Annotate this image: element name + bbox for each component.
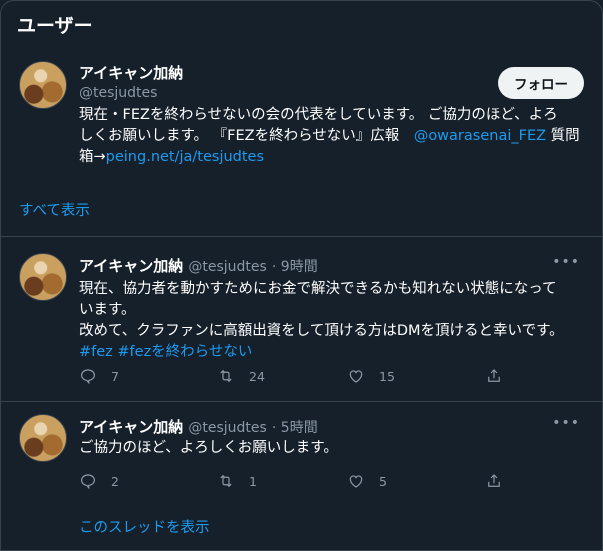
external-link[interactable]: peing.net/ja/tesjudtes xyxy=(106,149,264,165)
retweet-count: 1 xyxy=(249,473,257,489)
tweet-line: ご協力のほど、よろしくお願いします。 xyxy=(79,440,338,456)
tweet-actions: 7 24 15 xyxy=(79,367,582,387)
retweet-button[interactable]: 24 xyxy=(217,367,265,385)
avatar[interactable] xyxy=(19,253,67,301)
tweet-author-handle[interactable]: @tesjudtes xyxy=(188,420,266,436)
bio-line: 箱→peing.net/ja/tesjudtes xyxy=(79,147,584,168)
reply-icon xyxy=(81,369,95,385)
like-count: 5 xyxy=(379,473,387,489)
reply-count: 2 xyxy=(111,473,119,489)
share-button[interactable] xyxy=(485,472,503,490)
heart-icon xyxy=(349,370,363,383)
tweet[interactable]: アイキャン加納 @tesjudtes · 9時間 ••• 現在、協力者を動かすた… xyxy=(1,237,602,402)
retweet-icon xyxy=(220,369,232,383)
tweet-line: 現在、協力者を動かすためにお金で解決できるかも知れない状態になって xyxy=(79,281,557,297)
profile-name[interactable]: アイキャン加納 xyxy=(79,62,183,83)
tweet-text: ご協力のほど、よろしくお願いします。 xyxy=(79,438,586,459)
share-button[interactable] xyxy=(485,367,503,385)
like-button[interactable]: 5 xyxy=(347,472,387,490)
share-icon xyxy=(488,474,500,487)
reply-count: 7 xyxy=(111,368,119,384)
mention-link[interactable]: @owarasenai_FEZ xyxy=(414,128,546,144)
panel-title: ユーザー xyxy=(17,15,93,37)
avatar[interactable] xyxy=(19,61,67,109)
bio-text: 質問 xyxy=(546,128,580,144)
reply-button[interactable]: 2 xyxy=(79,472,119,490)
show-all-link[interactable]: すべて表示 xyxy=(19,199,90,220)
retweet-icon xyxy=(220,474,232,488)
tweet-line: 改めて、クラファンに高額出資をして頂ける方はDMを頂けると幸いです。 xyxy=(79,323,564,339)
tweet-text: 現在、協力者を動かすためにお金で解決できるかも知れない状態になって います。 改… xyxy=(79,279,586,363)
profile-card[interactable]: アイキャン加納 @tesjudtes フォロー 現在・FEZを終わらせないの会の… xyxy=(1,47,602,237)
who-to-follow-panel: ユーザー アイキャン加納 @tesjudtes フォロー 現在・FEZを終わらせ… xyxy=(0,0,603,551)
retweet-count: 24 xyxy=(249,368,265,384)
tweet-author-name[interactable]: アイキャン加納 xyxy=(79,257,183,275)
tweet-actions: 2 1 5 xyxy=(79,472,582,492)
reply-button[interactable]: 7 xyxy=(79,367,119,385)
like-button[interactable]: 15 xyxy=(347,367,395,385)
tweet-author-handle[interactable]: @tesjudtes xyxy=(188,259,266,275)
follow-button[interactable]: フォロー xyxy=(498,67,584,99)
show-thread-link[interactable]: このスレッドを表示 xyxy=(79,516,210,537)
bio-line: しくお願いします。 『FEZを終わらせない』広報 @owarasenai_FEZ… xyxy=(79,126,584,147)
bio-text: 箱→ xyxy=(79,149,106,165)
profile-bio: 現在・FEZを終わらせないの会の代表をしています。 ご協力のほど、よろ しくお願… xyxy=(79,105,584,168)
tweet-time[interactable]: · 9時間 xyxy=(272,259,318,275)
avatar[interactable] xyxy=(19,414,67,462)
heart-icon xyxy=(349,475,363,488)
hashtag-links[interactable]: #fez #fezを終わらせない xyxy=(79,342,586,363)
tweet[interactable]: アイキャン加納 @tesjudtes · 5時間 ••• ご協力のほど、よろしく… xyxy=(1,402,602,550)
bio-line: 現在・FEZを終わらせないの会の代表をしています。 ご協力のほど、よろ xyxy=(79,107,558,123)
tweet-line: います。 xyxy=(79,302,136,318)
bio-text: しくお願いします。 『FEZを終わらせない』広報 xyxy=(79,128,414,144)
retweet-button[interactable]: 1 xyxy=(217,472,257,490)
profile-handle: @tesjudtes xyxy=(79,85,158,101)
share-icon xyxy=(488,369,500,382)
more-icon[interactable]: ••• xyxy=(552,254,580,270)
tweet-time[interactable]: · 5時間 xyxy=(272,420,318,436)
more-icon[interactable]: ••• xyxy=(552,415,580,431)
like-count: 15 xyxy=(379,368,395,384)
reply-icon xyxy=(81,474,95,490)
tweet-author-name[interactable]: アイキャン加納 xyxy=(79,418,183,436)
